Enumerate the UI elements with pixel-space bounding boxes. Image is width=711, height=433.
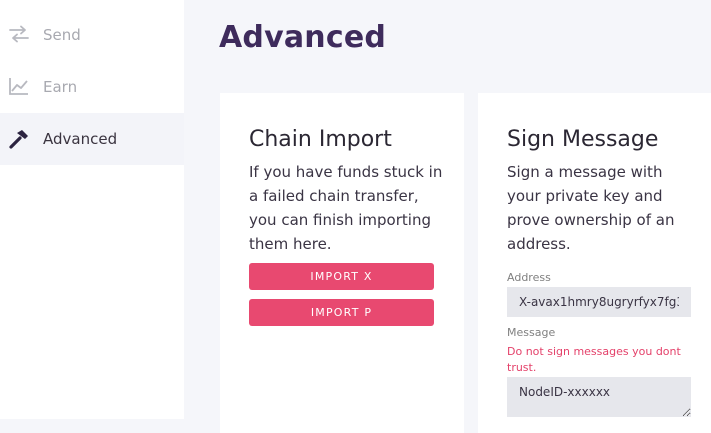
sidebar-item-earn[interactable]: Earn [0,61,184,113]
chain-import-title: Chain Import [249,127,392,152]
page-title: Advanced [219,20,387,55]
import-p-button[interactable]: IMPORT P [249,299,434,326]
chart-line-icon [8,75,30,97]
transfer-arrows-icon [8,23,30,45]
import-x-button[interactable]: IMPORT X [249,263,434,290]
hammer-icon [8,127,30,149]
sidebar-item-advanced[interactable]: Advanced [0,113,184,165]
sidebar-item-label: Advanced [43,130,118,148]
sidebar-item-label: Earn [43,78,78,96]
chain-import-card: Chain Import If you have funds stuck in … [220,93,464,433]
sign-message-title: Sign Message [507,127,659,152]
sign-message-card: Sign Message Sign a message with your pr… [478,93,711,433]
sign-warning: Do not sign messages you dont trust. [507,345,681,374]
main-content: Advanced Chain Import If you have funds … [200,0,711,433]
sidebar: Send Earn Advanced [0,0,184,419]
sign-message-description: Sign a message with your private key and… [507,163,675,253]
sidebar-item-send[interactable]: Send [0,9,184,61]
sidebar-item-label: Send [43,26,81,44]
message-label: Message [507,326,556,339]
chain-import-description: If you have funds stuck in a failed chai… [249,163,443,253]
message-field[interactable]: NodeID-xxxxxx [507,377,691,417]
address-field[interactable] [507,287,691,317]
address-label: Address [507,271,551,284]
